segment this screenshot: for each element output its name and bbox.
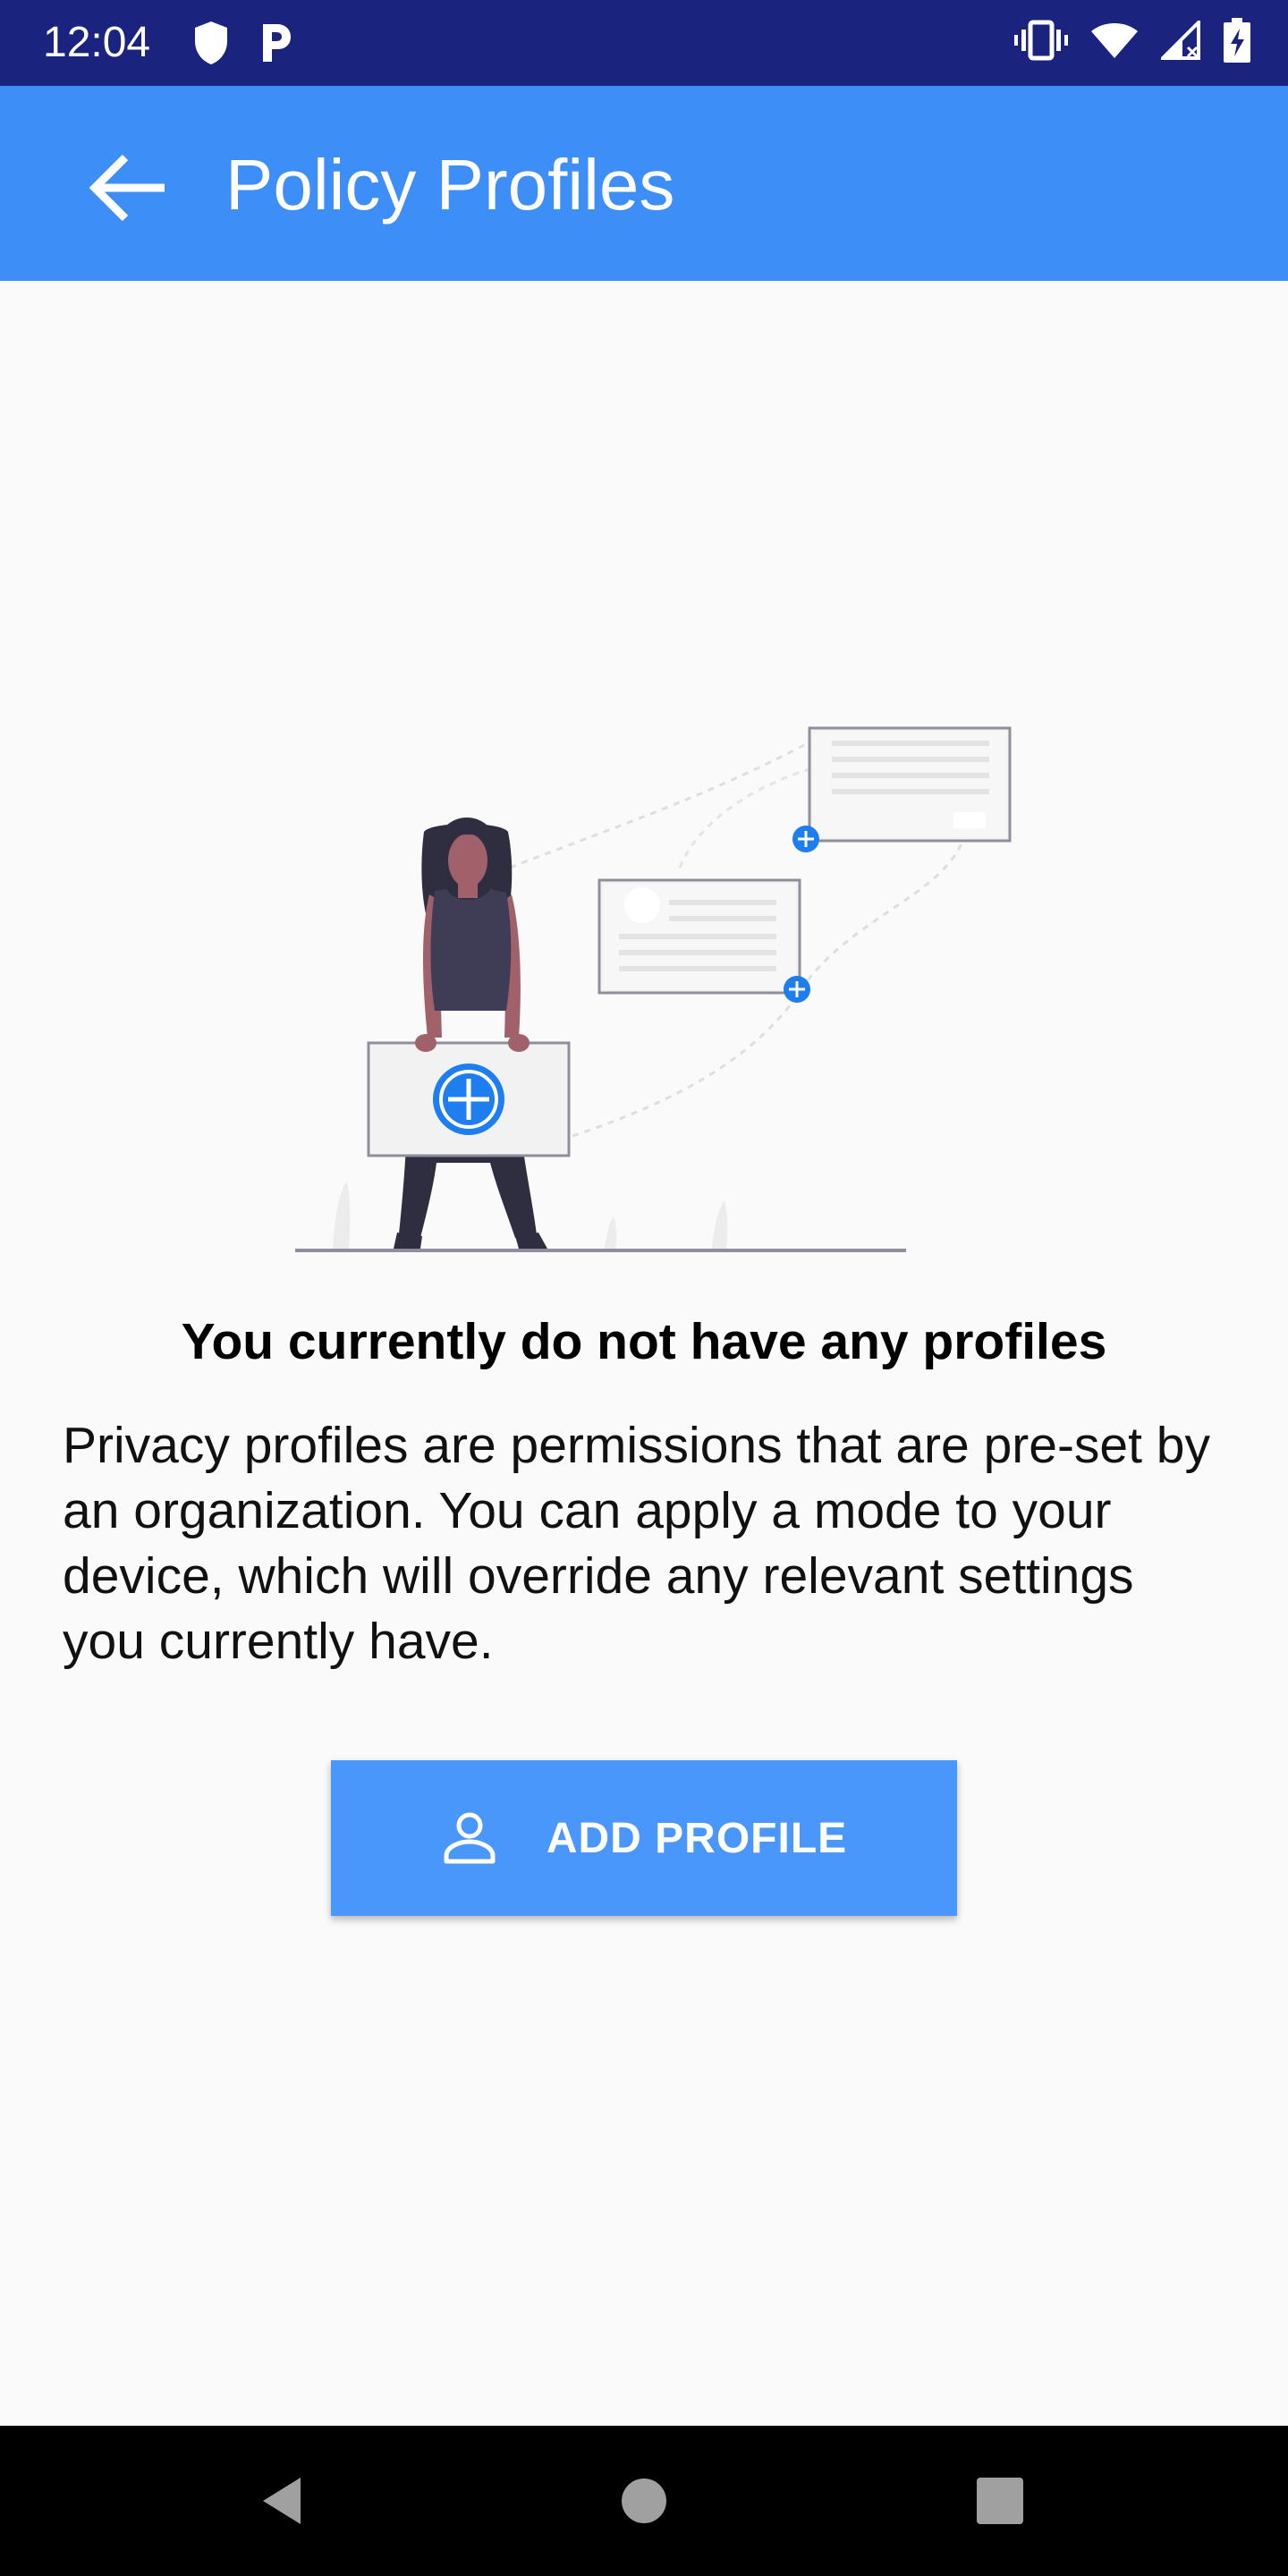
woman-figure [394, 818, 547, 1249]
home-circle-icon [622, 2479, 666, 2523]
status-time: 12:04 [43, 19, 151, 66]
page-title: Policy Profiles [225, 145, 675, 225]
dashed-arc [678, 767, 810, 869]
status-bar: 12:04 [0, 0, 1288, 86]
empty-state-description: Privacy profiles are permissions that ar… [63, 1417, 1211, 1670]
signal-icon [1161, 21, 1200, 60]
dashed-arc [509, 741, 810, 869]
system-nav-bar [0, 2426, 1288, 2576]
nav-home-button[interactable] [601, 2458, 687, 2544]
grass-tuft [605, 1216, 617, 1249]
back-triangle-icon [263, 2478, 301, 2524]
battery-charging-icon [1224, 18, 1250, 63]
nav-recents-button[interactable] [957, 2458, 1043, 2544]
grass-tuft [333, 1181, 351, 1249]
shield-icon [195, 21, 227, 64]
status-left-icons [191, 20, 293, 66]
parking-icon [263, 24, 291, 62]
profile-card-top [792, 726, 1012, 852]
wifi-icon [1091, 23, 1138, 58]
recents-square-icon [977, 2478, 1023, 2524]
grass-tuft [712, 1200, 728, 1249]
nav-back-button[interactable] [242, 2458, 327, 2544]
add-profile-label: ADD PROFILE [546, 1814, 848, 1862]
add-profile-button[interactable]: ADD PROFILE [331, 1760, 957, 1916]
person-outline-icon [444, 1812, 496, 1864]
arrow-back-icon [89, 154, 165, 222]
vibrate-icon [1014, 20, 1068, 61]
held-board [367, 1034, 571, 1157]
app-bar: Policy Profiles [0, 86, 1288, 281]
status-right-icons [1014, 18, 1250, 63]
empty-state-illustration [295, 726, 1012, 1252]
profile-card-middle [597, 878, 810, 1003]
back-button[interactable] [72, 132, 182, 243]
empty-state-heading: You currently do not have any profiles [181, 1313, 1107, 1370]
